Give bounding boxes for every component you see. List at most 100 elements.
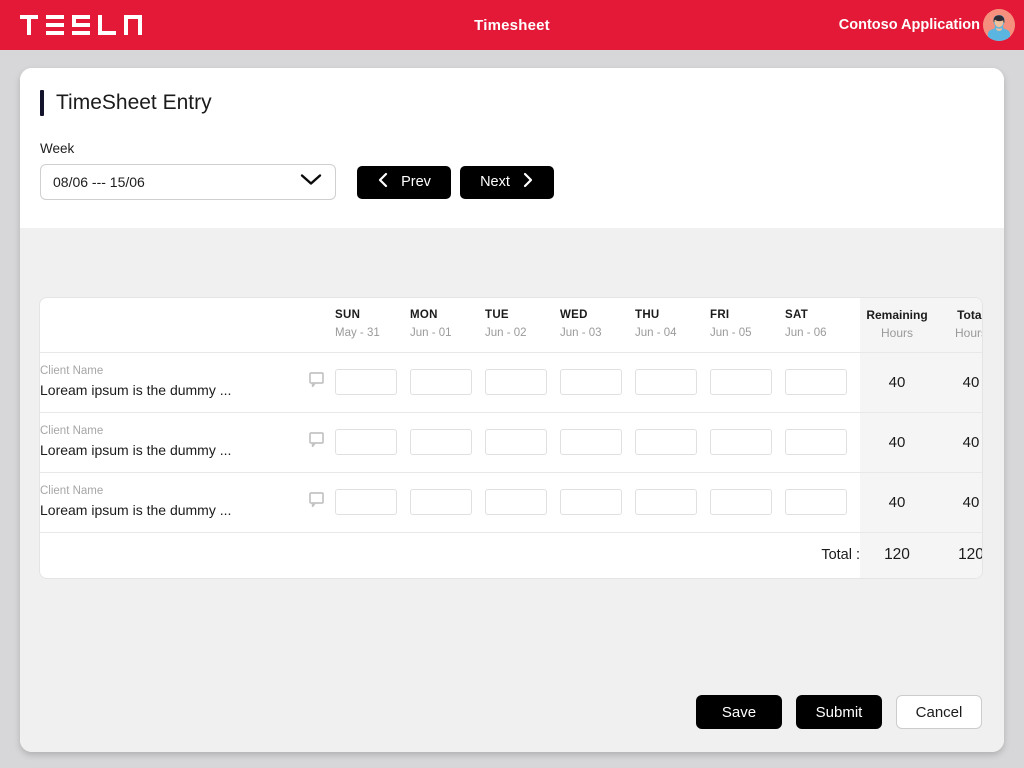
- chevron-left-icon: [377, 172, 389, 192]
- hour-cell-thu[interactable]: [635, 352, 710, 412]
- save-button[interactable]: Save: [696, 695, 782, 729]
- task-name-text: Loream ipsum is the dummy ...: [40, 381, 232, 398]
- title-accent-bar: [40, 90, 44, 116]
- day-header-wed: WED Jun - 03: [560, 298, 635, 352]
- hour-cell-tue[interactable]: [485, 472, 560, 532]
- week-select[interactable]: 08/06 --- 15/06: [40, 164, 336, 200]
- table-total-row: Total : 120 120: [40, 532, 982, 578]
- hour-input-sat[interactable]: [785, 369, 847, 395]
- chevron-right-icon: [522, 172, 534, 192]
- timesheet-table-wrap: SUN May - 31 MON Jun - 01 TUE Jun - 02 W…: [39, 297, 983, 579]
- week-select-value: 08/06 --- 15/06: [53, 174, 145, 190]
- hour-cell-tue[interactable]: [485, 352, 560, 412]
- hour-input-sun[interactable]: [335, 489, 397, 515]
- comment-bubble-icon[interactable]: [308, 431, 324, 452]
- hour-input-fri[interactable]: [710, 489, 772, 515]
- hour-cell-sun[interactable]: [335, 412, 410, 472]
- client-name-label: Client Name: [40, 484, 104, 497]
- day-header-wed-date: Jun - 03: [560, 327, 602, 340]
- page-title-wrap: TimeSheet Entry: [40, 90, 984, 116]
- table-row: Client Name Loream ipsum is the dummy ..…: [40, 412, 982, 472]
- comment-column-header: [297, 298, 335, 352]
- task-cell: Client Name Loream ipsum is the dummy ..…: [40, 412, 297, 472]
- day-header-thu-dow: THU: [635, 309, 660, 322]
- hour-cell-wed[interactable]: [560, 472, 635, 532]
- table-row: Client Name Loream ipsum is the dummy ..…: [40, 472, 982, 532]
- day-header-fri: FRI Jun - 05: [710, 298, 785, 352]
- hour-input-wed[interactable]: [560, 489, 622, 515]
- hour-cell-sun[interactable]: [335, 352, 410, 412]
- hour-input-tue[interactable]: [485, 489, 547, 515]
- hour-input-mon[interactable]: [410, 489, 472, 515]
- week-controls-row: 08/06 --- 15/06 Prev Next: [40, 164, 984, 200]
- client-name-label: Client Name: [40, 364, 104, 377]
- total-hours-header-line1: Total: [957, 308, 983, 323]
- hour-input-mon[interactable]: [410, 429, 472, 455]
- total-hours-value: 40: [934, 352, 982, 412]
- prev-week-button[interactable]: Prev: [357, 165, 451, 199]
- day-header-tue-date: Jun - 02: [485, 327, 527, 340]
- day-header-sun: SUN May - 31: [335, 298, 410, 352]
- hour-input-sat[interactable]: [785, 489, 847, 515]
- day-header-thu: THU Jun - 04: [635, 298, 710, 352]
- footer-actions: Save Submit Cancel: [696, 695, 982, 729]
- day-header-sun-date: May - 31: [335, 327, 380, 340]
- hour-input-mon[interactable]: [410, 369, 472, 395]
- day-header-sat-dow: SAT: [785, 309, 809, 322]
- submit-button[interactable]: Submit: [796, 695, 882, 729]
- hour-input-thu[interactable]: [635, 429, 697, 455]
- task-name-text: Loream ipsum is the dummy ...: [40, 441, 232, 458]
- hour-cell-wed[interactable]: [560, 352, 635, 412]
- comment-bubble-icon[interactable]: [308, 371, 324, 392]
- table-header-row: SUN May - 31 MON Jun - 01 TUE Jun - 02 W…: [40, 298, 983, 352]
- day-header-fri-date: Jun - 05: [710, 327, 752, 340]
- remaining-hours-value: 40: [860, 472, 934, 532]
- hour-cell-thu[interactable]: [635, 412, 710, 472]
- hour-cell-sat[interactable]: [785, 352, 860, 412]
- total-hours-value: 40: [934, 412, 982, 472]
- hour-input-sun[interactable]: [335, 369, 397, 395]
- total-row-label: Total :: [821, 547, 860, 564]
- hour-cell-fri[interactable]: [710, 352, 785, 412]
- hour-cell-thu[interactable]: [635, 472, 710, 532]
- total-row-total: 120: [934, 532, 982, 578]
- hour-input-wed[interactable]: [560, 369, 622, 395]
- comment-cell[interactable]: [297, 472, 335, 532]
- hour-input-fri[interactable]: [710, 369, 772, 395]
- task-cell: Client Name Loream ipsum is the dummy ..…: [40, 472, 297, 532]
- hour-input-fri[interactable]: [710, 429, 772, 455]
- hour-cell-sun[interactable]: [335, 472, 410, 532]
- hour-cell-mon[interactable]: [410, 412, 485, 472]
- day-header-fri-dow: FRI: [710, 309, 730, 322]
- user-avatar-icon[interactable]: [983, 9, 1015, 41]
- hour-cell-fri[interactable]: [710, 412, 785, 472]
- day-header-sun-dow: SUN: [335, 309, 361, 322]
- task-cell: Client Name Loream ipsum is the dummy ..…: [40, 352, 297, 412]
- hour-cell-tue[interactable]: [485, 412, 560, 472]
- hour-input-wed[interactable]: [560, 429, 622, 455]
- hour-cell-mon[interactable]: [410, 472, 485, 532]
- hour-input-sun[interactable]: [335, 429, 397, 455]
- cancel-button[interactable]: Cancel: [896, 695, 982, 729]
- hour-cell-sat[interactable]: [785, 412, 860, 472]
- hour-cell-sat[interactable]: [785, 472, 860, 532]
- remaining-hours-header-line1: Remaining: [866, 308, 928, 323]
- hour-cell-mon[interactable]: [410, 352, 485, 412]
- hour-input-sat[interactable]: [785, 429, 847, 455]
- hour-input-tue[interactable]: [485, 429, 547, 455]
- hour-cell-fri[interactable]: [710, 472, 785, 532]
- total-hours-header-line2: Hours: [954, 326, 982, 341]
- timesheet-card: TimeSheet Entry Week 08/06 --- 15/06 Pre…: [20, 68, 1004, 752]
- day-header-mon-date: Jun - 01: [410, 327, 452, 340]
- page-title: TimeSheet Entry: [56, 91, 212, 114]
- next-week-button[interactable]: Next: [460, 165, 554, 199]
- next-week-label: Next: [480, 174, 510, 190]
- hour-input-thu[interactable]: [635, 369, 697, 395]
- comment-bubble-icon[interactable]: [308, 491, 324, 512]
- timesheet-table-body: Client Name Loream ipsum is the dummy ..…: [40, 352, 982, 578]
- hour-cell-wed[interactable]: [560, 412, 635, 472]
- hour-input-thu[interactable]: [635, 489, 697, 515]
- comment-cell[interactable]: [297, 412, 335, 472]
- comment-cell[interactable]: [297, 352, 335, 412]
- hour-input-tue[interactable]: [485, 369, 547, 395]
